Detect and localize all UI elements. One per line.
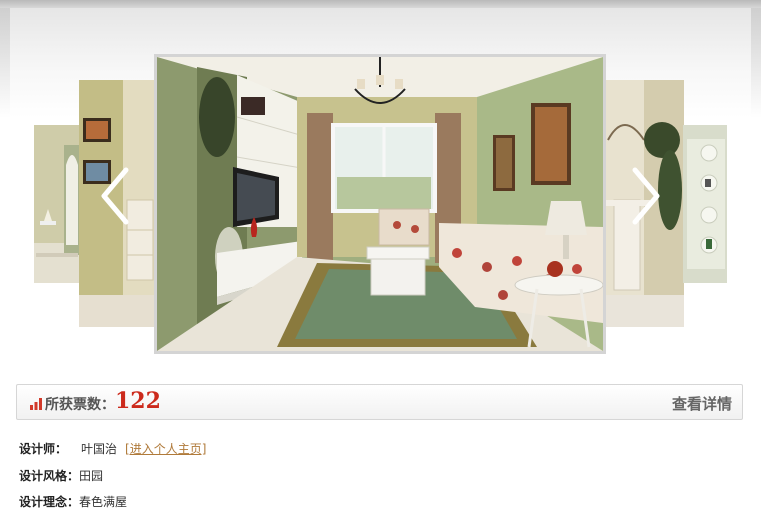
- votes-label: 所获票数：: [45, 397, 115, 413]
- design-style-row: 设计风格：田园: [19, 467, 103, 484]
- chevron-right-icon: [632, 167, 660, 225]
- gallery-slide-far-right[interactable]: [683, 125, 727, 283]
- chevron-left-icon: [101, 167, 129, 225]
- gallery-next-button[interactable]: [626, 166, 666, 226]
- design-concept-row: 设计理念：春色满屋: [19, 493, 127, 510]
- view-details-link[interactable]: 查看详情: [672, 393, 732, 414]
- design-concept-label: 设计理念：: [19, 495, 80, 509]
- design-style-value: 田园: [79, 469, 104, 483]
- gallery-slide-main[interactable]: [154, 54, 606, 354]
- personal-homepage-link[interactable]: [进入个人主页]: [125, 442, 206, 456]
- slide-image: [683, 125, 727, 283]
- bar-chart-icon: [30, 398, 42, 410]
- votes-bar: 所获票数： 122 查看详情: [16, 384, 743, 420]
- design-style-label: 设计风格：: [19, 469, 80, 483]
- gallery-slide-far-left[interactable]: [34, 125, 80, 283]
- gallery-prev-button[interactable]: [95, 166, 135, 226]
- designer-name: 叶国治: [81, 442, 118, 456]
- votes-count: 122: [115, 388, 161, 414]
- top-bar: [0, 0, 761, 8]
- designer-label: 设计师：: [19, 442, 68, 456]
- slide-image: [34, 125, 80, 283]
- designer-row: 设计师： 叶国治 [进入个人主页]: [19, 440, 206, 457]
- gallery-left-edge: [0, 8, 10, 118]
- design-concept-value: 春色满屋: [79, 495, 128, 509]
- gallery-right-edge: [751, 8, 761, 118]
- slide-image-living-room: [157, 57, 603, 351]
